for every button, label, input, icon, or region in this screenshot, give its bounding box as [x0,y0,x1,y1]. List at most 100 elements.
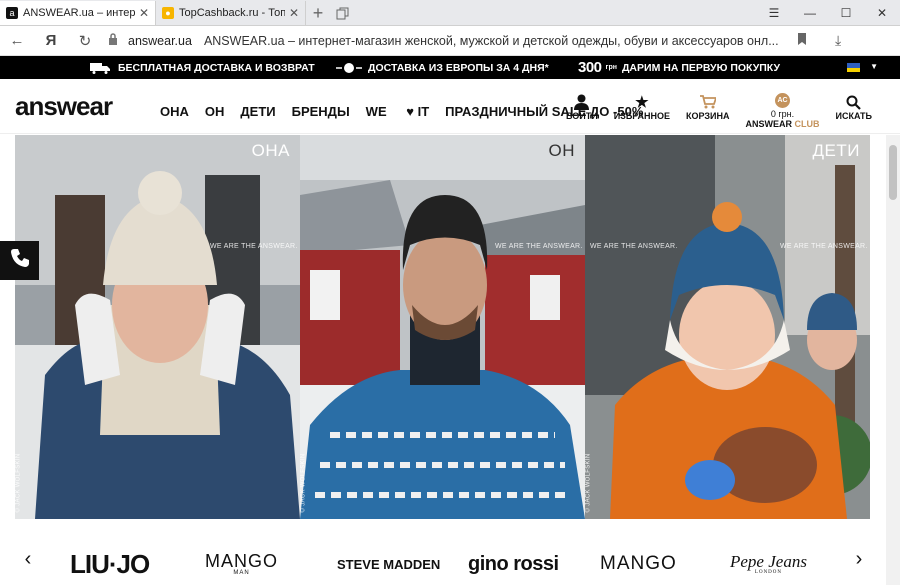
chevron-left-icon[interactable]: ‹ [18,548,38,571]
back-arrow-icon[interactable]: ← [0,32,34,49]
promo-delivery-text: БЕСПЛАТНАЯ ДОСТАВКА И ВОЗВРАТ [118,61,315,74]
hero-label-she: ОНА [251,141,290,160]
answear-favicon-icon: a [6,7,18,19]
login-button[interactable]: ВОЙТИ [566,93,598,129]
search-label: ИСКАТЬ [835,111,872,121]
promo-delivery[interactable]: БЕСПЛАТНАЯ ДОСТАВКА И ВОЗВРАТ [90,56,315,79]
club-name: ANSWEAR [745,119,793,129]
yandex-logo-icon[interactable]: Я [34,32,68,49]
hero-watermark: WE ARE THE ANSWEAR. [590,243,678,250]
hero-credit: © JACK WOLFSKIN [300,453,307,513]
nav-item-she[interactable]: ОНА [160,104,189,119]
hero-watermark: WE ARE THE ANSWEAR. [780,243,868,250]
ukraine-flag-icon[interactable] [847,63,860,72]
hero-credit: © JACK WOLFSKIN [585,453,592,513]
promo-gift-unit: грн [605,64,617,71]
header-tools: ВОЙТИ ★ ИЗБРАННОЕ КОРЗИНА AC 0 грн. ANSW… [550,93,872,129]
star-icon: ★ [635,94,649,111]
browser-tab-answear[interactable]: a ANSWEAR.ua – интернет ✕ [0,1,156,25]
topcashback-favicon-icon: ● [162,7,174,19]
hero-label-kids: ДЕТИ [812,141,860,160]
brand-mango-man-sub: MAN [233,570,250,576]
maximize-icon[interactable]: ☐ [828,0,864,26]
minimize-icon[interactable]: — [792,0,828,26]
hero-panel-he[interactable]: ОН WE ARE THE ANSWEAR. © JACK WOLFSKIN [300,135,585,519]
truck-icon [90,62,110,74]
phone-icon [10,248,30,274]
brand-mango-man-name: MANGO [205,551,279,571]
club-word: CLUB [794,119,820,129]
new-tab-icon[interactable]: + [306,1,330,25]
cart-icon [699,93,716,111]
login-label: ВОЙТИ [566,111,598,121]
hero-image-he [300,135,585,519]
phone-button[interactable] [0,241,39,280]
page-scrollbar[interactable] [886,135,900,585]
hero-banner: ОНА WE ARE THE ANSWEAR. © JACK WOLFSKIN … [15,135,870,519]
nav-item-brands[interactable]: БРЕНДЫ [292,104,350,119]
heart-icon: ♥ [406,104,414,119]
close-window-icon[interactable]: ✕ [864,0,900,26]
favorites-label: ИЗБРАННОЕ [613,111,671,121]
brand-pepe-jeans[interactable]: Pepe Jeans LONDON [730,550,807,578]
address-page-title[interactable]: ANSWEAR.ua – интернет-магазин женской, м… [204,34,789,48]
brands-carousel: ‹ LIU·JO MANGO MAN STEVE MADDEN gino ros… [15,540,870,585]
tab-title: TopCashback.ru - Топ лучш [179,7,285,19]
hero-image-she [15,135,300,519]
delivery-clock-icon [336,62,362,73]
club-badge: AC [775,93,790,108]
nav-item-he[interactable]: ОН [205,104,225,119]
tab-extension-icon[interactable] [330,1,354,25]
answear-logo[interactable]: answear [15,91,113,122]
nav-item-we-love-it[interactable]: WE ♥ IT [366,104,429,119]
hero-watermark: WE ARE THE ANSWEAR. [210,243,298,250]
brand-gino-rossi[interactable]: gino rossi [468,550,559,578]
brand-pepe-jeans-name: Pepe Jeans [730,552,807,571]
menu-icon[interactable]: ☰ [756,0,792,26]
hero-image-kids [585,135,870,519]
cart-label: КОРЗИНА [686,111,730,121]
refresh-icon[interactable]: ↻ [68,32,102,50]
hero-panel-kids[interactable]: ДЕТИ WE ARE THE ANSWEAR. WE ARE THE ANSW… [585,135,870,519]
site-header: answear ОНА ОН ДЕТИ БРЕНДЫ WE ♥ IT ПРАЗД… [0,79,900,134]
answear-club-button[interactable]: AC 0 грн. ANSWEAR CLUB [746,93,820,129]
hero-label-he: ОН [548,141,575,160]
brand-pepe-jeans-sub: LONDON [754,570,783,575]
brand-steve-madden[interactable]: STEVE MADDEN [337,550,440,578]
promo-europe[interactable]: ДОСТАВКА ИЗ ЕВРОПЫ ЗА 4 ДНЯ* [336,56,549,79]
nav-item-kids[interactable]: ДЕТИ [240,104,275,119]
chevron-right-icon[interactable]: › [849,548,869,571]
lock-icon [108,33,122,48]
browser-tab-topcashback[interactable]: ● TopCashback.ru - Топ лучш ✕ [156,1,306,25]
scrollbar-thumb[interactable] [889,145,897,200]
search-button[interactable]: ИСКАТЬ [836,93,872,129]
download-icon[interactable]: ⤓ [835,32,841,49]
user-icon [574,93,590,111]
bookmark-icon[interactable] [797,33,807,48]
close-tab-icon[interactable]: ✕ [289,6,299,20]
promo-gift-amount: 300 [578,59,602,76]
promo-gift-text: ДАРИМ НА ПЕРВУЮ ПОКУПКУ [621,61,780,74]
search-icon [846,93,862,111]
nav-we-text: WE [365,104,387,119]
chevron-down-icon[interactable]: ▼ [870,62,878,71]
hero-credit: © JACK WOLFSKIN [15,453,22,513]
tab-title: ANSWEAR.ua – интернет [23,7,135,19]
hero-panel-she[interactable]: ОНА WE ARE THE ANSWEAR. © JACK WOLFSKIN [15,135,300,519]
address-domain[interactable]: answear.ua [128,34,192,48]
nav-it-text: IT [417,104,430,119]
close-tab-icon[interactable]: ✕ [139,6,149,20]
brand-mango[interactable]: MANGO [600,550,677,578]
brand-liujo[interactable]: LIU·JO [70,549,150,579]
cart-button[interactable]: КОРЗИНА [686,93,730,129]
promo-europe-text: ДОСТАВКА ИЗ ЕВРОПЫ ЗА 4 ДНЯ* [368,61,549,74]
address-bar: ← Я ↻ answear.ua ANSWEAR.ua – интернет-м… [0,26,900,56]
browser-tab-bar: a ANSWEAR.ua – интернет ✕ ● TopCashback.… [0,0,900,26]
club-label: ANSWEAR CLUB [746,119,820,129]
favorites-button[interactable]: ★ ИЗБРАННОЕ [614,93,670,129]
promo-bar: БЕСПЛАТНАЯ ДОСТАВКА И ВОЗВРАТ ДОСТАВКА И… [0,56,900,79]
club-sum: 0 грн. [770,109,795,119]
promo-gift[interactable]: 300 грн ДАРИМ НА ПЕРВУЮ ПОКУПКУ [578,56,780,79]
hero-watermark: WE ARE THE ANSWEAR. [495,243,583,250]
brand-mango-man[interactable]: MANGO MAN [205,550,278,578]
